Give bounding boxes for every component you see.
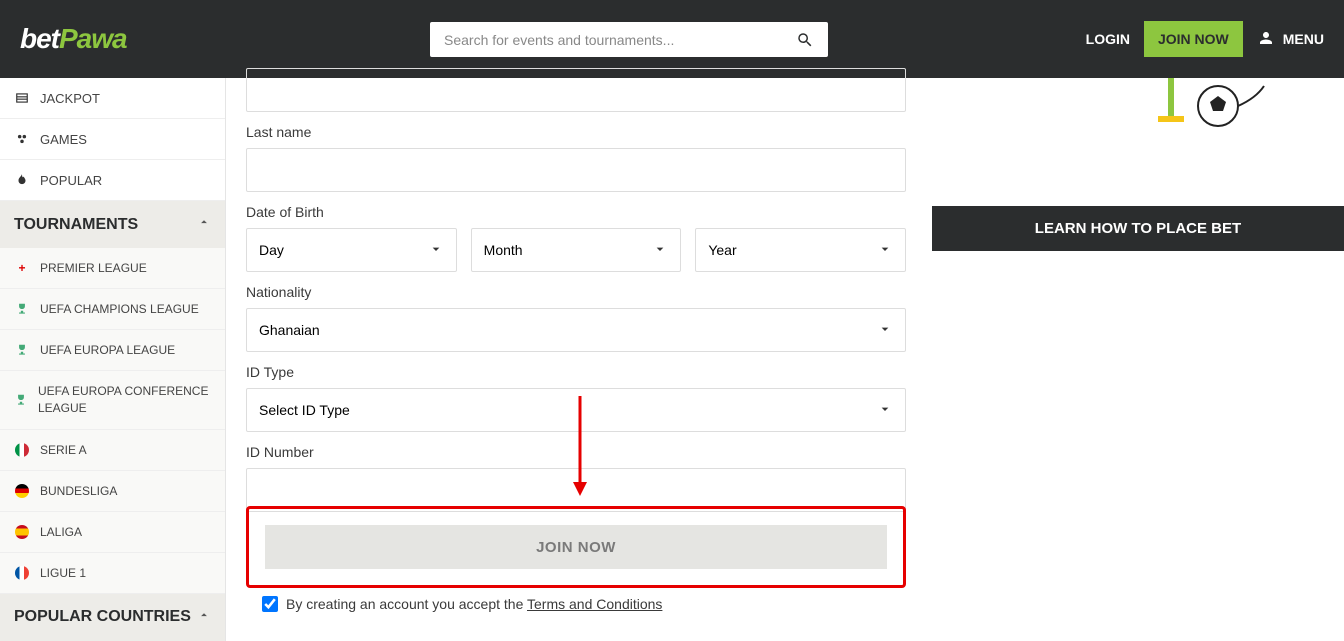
games-icon xyxy=(14,131,30,147)
sidebar-item-label: GAMES xyxy=(40,132,87,147)
sidebar-item-label: UEFA EUROPA LEAGUE xyxy=(40,343,175,357)
dob-year-value: Year xyxy=(708,242,736,258)
menu-button[interactable]: MENU xyxy=(1257,29,1324,50)
terms-link[interactable]: Terms and Conditions xyxy=(527,596,662,612)
sidebar-item-label: PREMIER LEAGUE xyxy=(40,261,147,275)
terms-checkbox[interactable] xyxy=(262,596,278,612)
trophy-icon xyxy=(14,301,30,317)
sidebar-item-label: POPULAR xyxy=(40,173,102,188)
right-column: LEARN HOW TO PLACE BET xyxy=(926,78,1344,641)
logo-part1: bet xyxy=(20,23,59,54)
sidebar-item-popular[interactable]: POPULAR xyxy=(0,160,225,201)
dob-month-value: Month xyxy=(484,242,523,258)
sidebar-item-serie-a[interactable]: SERIE A xyxy=(0,430,225,471)
banner-label: LEARN HOW TO PLACE BET xyxy=(1035,220,1241,237)
sidebar-section-tournaments[interactable]: TOURNAMENTS xyxy=(0,201,225,248)
id-number-label: ID Number xyxy=(246,444,906,460)
sidebar-item-label: JACKPOT xyxy=(40,91,100,106)
terms-row: By creating an account you accept the Te… xyxy=(262,596,906,612)
nationality-value: Ghanaian xyxy=(259,322,320,338)
nationality-select[interactable]: Ghanaian xyxy=(246,308,906,352)
sidebar-item-bundesliga[interactable]: BUNDESLIGA xyxy=(0,471,225,512)
section-label: TOURNAMENTS xyxy=(14,216,138,234)
chevron-up-icon xyxy=(197,215,211,234)
flag-fr-icon xyxy=(14,565,30,581)
sidebar-item-ucl[interactable]: UEFA CHAMPIONS LEAGUE xyxy=(0,289,225,330)
ball-illustration xyxy=(932,78,1344,128)
sidebar-item-label: UEFA CHAMPIONS LEAGUE xyxy=(40,302,199,316)
search-input[interactable] xyxy=(430,32,794,48)
chevron-up-icon xyxy=(197,608,211,627)
logo[interactable]: betPawa xyxy=(20,23,127,55)
sidebar: JACKPOT GAMES POPULAR TOURNAMENTS + PREM… xyxy=(0,78,226,641)
sidebar-item-games[interactable]: GAMES xyxy=(0,119,225,160)
dob-month-select[interactable]: Month xyxy=(471,228,682,272)
chevron-down-icon xyxy=(877,321,893,340)
menu-label: MENU xyxy=(1283,31,1324,47)
jackpot-icon xyxy=(14,90,30,106)
sidebar-item-uecl[interactable]: UEFA EUROPA CONFERENCE LEAGUE xyxy=(0,371,225,430)
sidebar-item-laliga[interactable]: LALIGA xyxy=(0,512,225,553)
join-now-submit-button[interactable]: JOIN NOW xyxy=(265,525,887,569)
chevron-down-icon xyxy=(652,241,668,260)
flag-it-icon xyxy=(14,442,30,458)
search-icon[interactable] xyxy=(794,29,816,51)
id-type-label: ID Type xyxy=(246,364,906,380)
nationality-label: Nationality xyxy=(246,284,906,300)
dob-year-select[interactable]: Year xyxy=(695,228,906,272)
sidebar-item-label: UEFA EUROPA CONFERENCE LEAGUE xyxy=(38,383,211,417)
sidebar-item-premier-league[interactable]: + PREMIER LEAGUE xyxy=(0,248,225,289)
sidebar-item-label: LIGUE 1 xyxy=(40,566,86,580)
sidebar-item-label: BUNDESLIGA xyxy=(40,484,117,498)
learn-how-banner[interactable]: LEARN HOW TO PLACE BET xyxy=(932,206,1344,251)
trophy-icon xyxy=(14,392,28,408)
popular-icon xyxy=(14,172,30,188)
sidebar-item-jackpot[interactable]: JACKPOT xyxy=(0,78,225,119)
first-name-input[interactable] xyxy=(246,68,906,112)
dob-label: Date of Birth xyxy=(246,204,906,220)
join-now-header-button[interactable]: JOIN NOW xyxy=(1144,21,1243,57)
last-name-input[interactable] xyxy=(246,148,906,192)
header: betPawa LOGIN JOIN NOW MENU xyxy=(0,0,1344,78)
sidebar-section-popular-countries[interactable]: POPULAR COUNTRIES xyxy=(0,594,225,641)
header-right: LOGIN JOIN NOW MENU xyxy=(1086,21,1324,57)
id-type-select[interactable]: Select ID Type xyxy=(246,388,906,432)
sidebar-item-ligue1[interactable]: LIGUE 1 xyxy=(0,553,225,594)
chevron-down-icon xyxy=(877,401,893,420)
dob-day-select[interactable]: Day xyxy=(246,228,457,272)
search-box[interactable] xyxy=(430,22,828,57)
plus-icon: + xyxy=(14,260,30,276)
dob-day-value: Day xyxy=(259,242,284,258)
chevron-down-icon xyxy=(877,241,893,260)
flag-de-icon xyxy=(14,483,30,499)
id-type-value: Select ID Type xyxy=(259,402,350,418)
last-name-label: Last name xyxy=(246,124,906,140)
logo-part2: Pawa xyxy=(59,23,127,54)
main-form: Last name Date of Birth Day Month Year N… xyxy=(226,78,926,641)
flag-es-icon xyxy=(14,524,30,540)
sidebar-item-uel[interactable]: UEFA EUROPA LEAGUE xyxy=(0,330,225,371)
sidebar-item-label: LALIGA xyxy=(40,525,82,539)
trophy-icon xyxy=(14,342,30,358)
sidebar-item-label: SERIE A xyxy=(40,443,87,457)
section-label: POPULAR COUNTRIES xyxy=(14,608,191,626)
chevron-down-icon xyxy=(428,241,444,260)
terms-prefix: By creating an account you accept the xyxy=(286,596,527,612)
login-link[interactable]: LOGIN xyxy=(1086,31,1130,47)
submit-highlight-box: JOIN NOW xyxy=(246,506,906,588)
user-icon xyxy=(1257,29,1275,50)
